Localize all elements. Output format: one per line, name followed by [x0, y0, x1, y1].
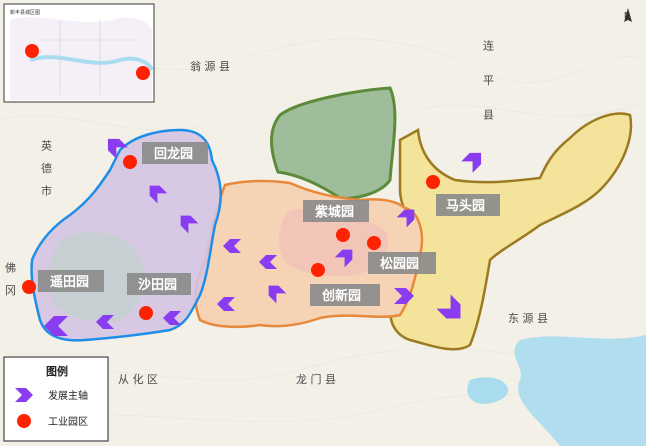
place-label-conghua: 从 化 区: [118, 372, 158, 386]
inset-map: 新丰县城区图: [3, 3, 155, 103]
park-dot-zicheng: [336, 228, 350, 242]
place-label-lianping: 连 平 县: [482, 40, 495, 130]
inset-park-dot: [25, 44, 39, 58]
park-label-chuangxin: 创新园: [321, 288, 361, 304]
legend-label-park: 工业园区: [48, 416, 88, 428]
park-label-huilong: 回龙园: [154, 146, 193, 162]
place-label-wengyuan: 翁 源 县: [190, 59, 230, 73]
legend-label-axis: 发展主轴: [48, 389, 88, 402]
place-label-longmen: 龙 门 县: [296, 372, 336, 386]
place-label-dongyuan: 东 源 县: [508, 311, 548, 325]
legend: 图例 发展主轴 工业园区: [3, 356, 109, 442]
compass-label: N: [624, 11, 630, 20]
inset-title: 新丰县城区图: [10, 9, 40, 16]
legend-title: 图例: [46, 364, 68, 378]
park-dot-chuangxin: [311, 263, 325, 277]
inset-park-dot: [136, 66, 150, 80]
legend-dot-icon: [17, 414, 31, 428]
place-label-yingde: 英 德 市: [40, 139, 53, 200]
park-label-shatian: 沙田园: [138, 278, 177, 293]
park-dot-songyuan: [367, 236, 381, 250]
place-label-fogang: 佛 冈: [4, 262, 17, 300]
park-dot-matou: [426, 175, 440, 189]
map-canvas: 新丰县城区图 N 英 德 市 佛 冈 翁 源 县 连 平 县 从 化 区 龙 门…: [0, 0, 646, 446]
park-dot-yaotian: [22, 280, 36, 294]
park-label-zicheng: 紫城园: [315, 204, 354, 220]
park-dot-huilong: [123, 155, 137, 169]
park-label-matou: 马头园: [446, 198, 485, 214]
park-label-songyuan: 松园园: [380, 256, 419, 272]
park-label-yaotian: 遥田园: [50, 274, 89, 290]
park-dot-shatian: [139, 306, 153, 320]
